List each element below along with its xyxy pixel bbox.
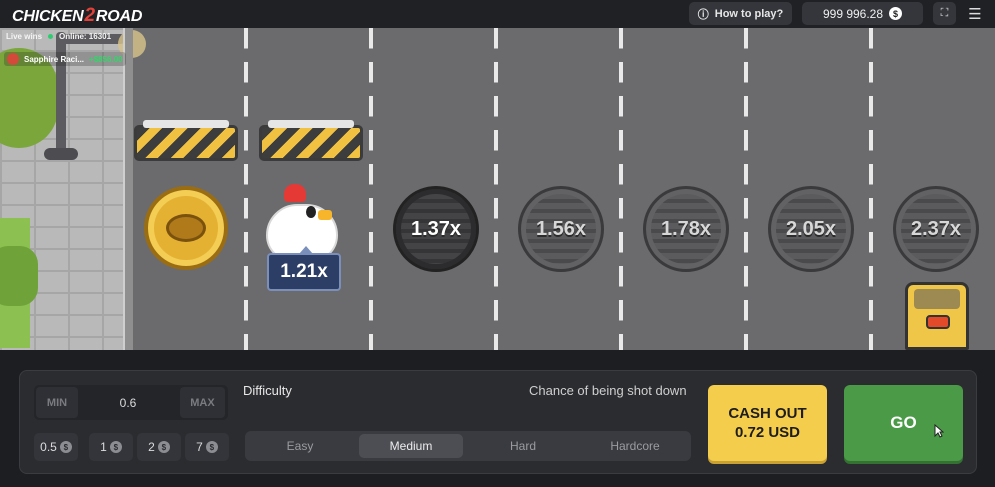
lane-manhole: 2.37x [893, 186, 979, 272]
logo-text-right: ROAD [95, 8, 143, 25]
how-to-play-label: How to play? [714, 7, 784, 20]
logo-text-mid: 2 [84, 5, 96, 26]
lane-divider [619, 28, 623, 350]
difficulty-option-easy[interactable]: Easy [248, 434, 352, 458]
difficulty-option-hard[interactable]: Hard [471, 434, 575, 458]
lane-divider [244, 28, 248, 350]
player-name: Sapphire Raci... [24, 54, 85, 64]
street-lamp-base [44, 148, 78, 160]
hamburger-menu-icon: ☰ [968, 6, 982, 23]
win-amount: +$856.00 [89, 54, 123, 64]
hedge-bush [0, 246, 38, 306]
lane-manhole-next[interactable]: 1.37x [393, 186, 479, 272]
live-wins-header: Live wins Online: 16301 [6, 32, 111, 41]
fullscreen-icon: ⛶ [940, 7, 949, 19]
live-wins-panel: Live wins Online: 16301 Sapphire Raci...… [0, 28, 140, 70]
lane-divider [494, 28, 498, 350]
difficulty-option-hardcore[interactable]: Hardcore [583, 434, 687, 458]
bet-chip-button[interactable]: 1 $ [89, 433, 133, 461]
live-wins-title: Live wins [6, 32, 43, 41]
difficulty-option-medium[interactable]: Medium [359, 434, 463, 458]
bet-min-button[interactable]: MIN [36, 387, 78, 418]
roast-chicken-coin-icon [144, 186, 228, 270]
lane-multiplier: 1.56x [535, 217, 587, 240]
lane-multiplier: 1.37x [410, 217, 462, 240]
lane-multiplier: 2.05x [785, 217, 837, 240]
cash-out-amount: 0.72 USD [734, 424, 801, 441]
lane-manhole: 1.78x [643, 186, 729, 272]
online-count: Online: 16301 [59, 32, 112, 41]
truck-vehicle [905, 282, 969, 350]
bet-amount-input[interactable]: 0.6 [80, 387, 176, 418]
dollar-coin-icon: $ [157, 441, 170, 453]
current-multiplier-badge: 1.21x [267, 246, 341, 291]
game-scene: 1.21x 1.37x 1.56x 1.78x 2.05x 2.37x [0, 28, 995, 350]
dollar-coin-icon: $ [109, 441, 122, 453]
top-bar: CHICKEN2ROAD ⓘ How to play? 999 996.28 $… [0, 0, 995, 28]
game-logo: CHICKEN2ROAD [12, 5, 142, 27]
chance-label: Chance of being shot down [529, 383, 687, 398]
cash-out-label: CASH OUT [728, 405, 807, 422]
go-button[interactable]: GO [844, 385, 963, 461]
cash-out-button[interactable]: CASH OUT 0.72 USD [708, 385, 827, 461]
lane-multiplier: 2.37x [910, 217, 962, 240]
fullscreen-button[interactable]: ⛶ [933, 2, 956, 25]
dollar-coin-icon: $ [59, 441, 72, 453]
player-avatar [7, 53, 19, 65]
chip-value: 0.5 [40, 440, 57, 454]
chip-value: 7 [196, 440, 203, 454]
menu-button[interactable]: ☰ [964, 3, 986, 25]
logo-text-left: CHICKEN [12, 8, 84, 25]
balance-value: 999 996.28 [822, 6, 884, 21]
road-barrier [134, 120, 238, 161]
mouse-cursor-icon [934, 424, 944, 438]
difficulty-label: Difficulty [243, 383, 292, 398]
how-to-play-button[interactable]: ⓘ How to play? [689, 2, 792, 25]
lane-manhole: 2.05x [768, 186, 854, 272]
lane-multiplier: 1.78x [660, 217, 712, 240]
bet-max-button[interactable]: MAX [180, 387, 225, 418]
lane-divider [369, 28, 373, 350]
lane-divider [869, 28, 873, 350]
balance-display: 999 996.28 $ [802, 2, 923, 25]
bet-chip-button[interactable]: 7 $ [185, 433, 229, 461]
live-win-entry: Sapphire Raci... +$856.00 [4, 52, 126, 66]
lane-manhole: 1.56x [518, 186, 604, 272]
dollar-coin-icon: $ [205, 441, 218, 453]
lane-divider [744, 28, 748, 350]
chip-value: 1 [100, 440, 107, 454]
road-barrier [259, 120, 363, 161]
curb [123, 28, 133, 350]
bet-chip-button[interactable]: 0.5 $ [34, 433, 78, 461]
bet-chip-button[interactable]: 2 $ [137, 433, 181, 461]
dollar-coin-icon: $ [889, 7, 903, 20]
online-dot-icon [48, 34, 54, 39]
info-icon: ⓘ [697, 8, 709, 21]
chip-value: 2 [148, 440, 155, 454]
